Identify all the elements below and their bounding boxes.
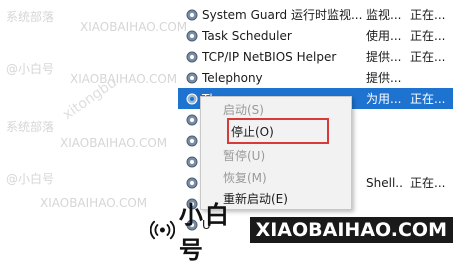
- service-description: 监视...: [366, 8, 402, 22]
- service-name: System Guard 运行时监视...: [202, 8, 363, 22]
- highlight-box: [227, 118, 329, 144]
- service-description: Shell...: [366, 175, 404, 190]
- watermark-label: @小白号: [6, 62, 55, 76]
- service-row[interactable]: System Guard 运行时监视... 监视... 正在...: [178, 4, 453, 25]
- gear-icon: [186, 30, 198, 41]
- gear-icon: [186, 135, 198, 146]
- service-row[interactable]: Task Scheduler 使用... 正在...: [178, 25, 453, 46]
- gear-icon: [186, 93, 198, 104]
- gear-icon: [186, 72, 198, 83]
- watermark-site: XIAOBAIHAO.COM: [70, 72, 178, 86]
- context-menu: 启动(S) 停止(O) 暂停(U) 恢复(M) 重新启动(E): [200, 96, 352, 210]
- service-status: 正在...: [410, 176, 446, 190]
- watermark-label: 系统部落: [6, 10, 55, 24]
- service-description: 提供...: [366, 71, 402, 85]
- watermark-diagonal: xitongbu: [60, 74, 120, 124]
- watermark-label: @小白号: [6, 172, 55, 186]
- service-status: 正在...: [410, 92, 446, 106]
- service-description: 为用...: [366, 92, 402, 106]
- watermark-label: 系统部落: [6, 120, 55, 134]
- brand-name: 小白号: [178, 201, 231, 264]
- brand-watermark: 小白号 XIAOBAIHAO.COM: [150, 201, 453, 264]
- menu-item-start[interactable]: 启动(S): [223, 101, 264, 118]
- service-status: 正在...: [410, 8, 446, 22]
- service-name: TCP/IP NetBIOS Helper: [202, 49, 337, 64]
- menu-item-pause[interactable]: 暂停(U): [223, 147, 265, 164]
- watermark-site: XIAOBAIHAO.COM: [80, 20, 188, 34]
- service-name: Telephony: [202, 70, 263, 85]
- broadcast-icon: [150, 220, 175, 240]
- gear-icon: [186, 177, 198, 188]
- service-description: 提供...: [366, 50, 402, 64]
- service-status: 正在...: [410, 50, 446, 64]
- gear-icon: [186, 9, 198, 20]
- brand-domain: XIAOBAIHAO.COM: [249, 217, 453, 243]
- service-row[interactable]: TCP/IP NetBIOS Helper 提供... 正在...: [178, 46, 453, 67]
- watermark-site: XIAOBAIHAO.COM: [40, 196, 148, 210]
- watermark-site: XIAOBAIHAO.COM: [60, 136, 168, 150]
- service-row[interactable]: Telephony 提供...: [178, 67, 453, 88]
- service-status: 正在...: [410, 29, 446, 43]
- service-description: 使用...: [366, 29, 402, 43]
- menu-item-resume[interactable]: 恢复(M): [223, 169, 267, 186]
- gear-icon: [186, 51, 198, 62]
- service-name: Task Scheduler: [202, 28, 292, 43]
- gear-icon: [186, 156, 198, 167]
- gear-icon: [186, 114, 198, 125]
